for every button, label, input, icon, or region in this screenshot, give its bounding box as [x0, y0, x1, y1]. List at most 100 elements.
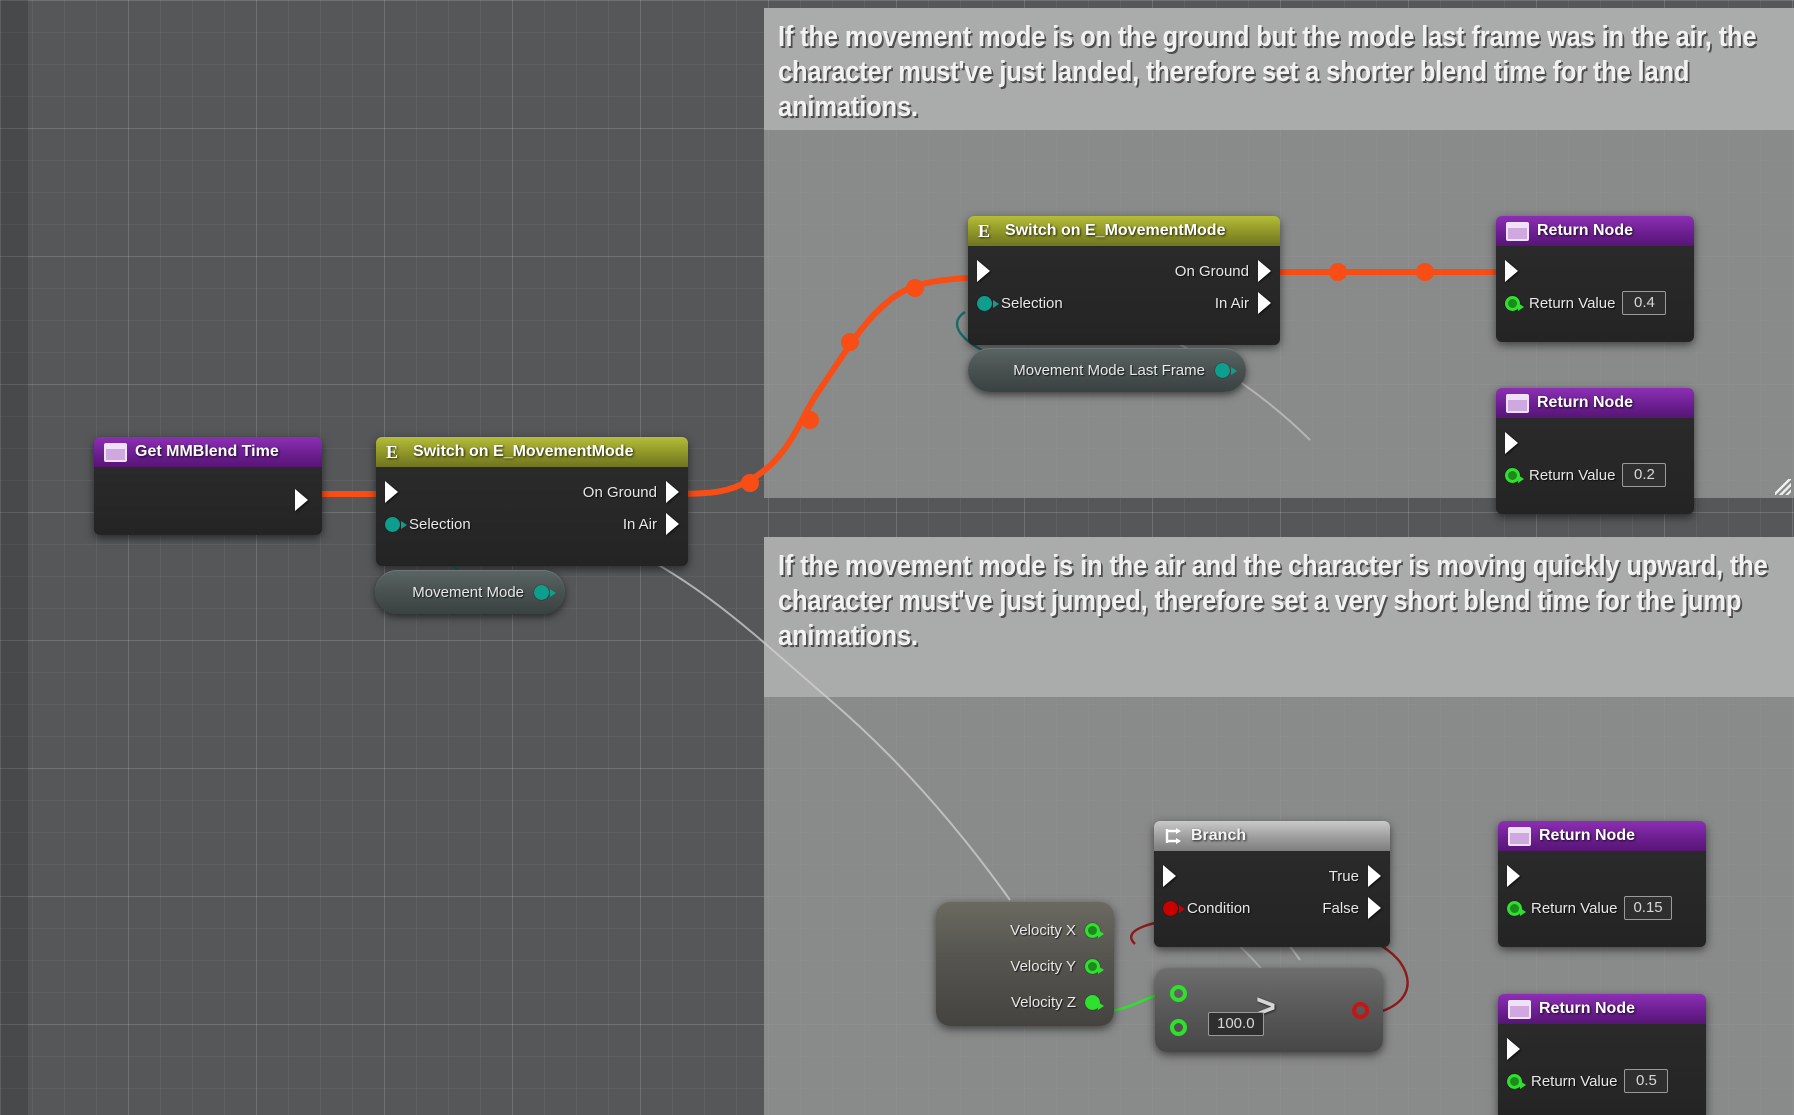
velocity-y-output-pin[interactable]	[1085, 958, 1104, 974]
return-value-field[interactable]: 0.15	[1624, 896, 1672, 920]
exec-in-group	[977, 260, 990, 282]
pin-label-return-value: Return Value	[1531, 1072, 1618, 1090]
blueprint-graph-canvas[interactable]: If the movement mode is on the ground bu…	[0, 0, 1794, 1115]
switch-enum-icon: E	[386, 442, 399, 462]
node-header[interactable]: Return Node	[1496, 216, 1694, 246]
out-false-group: False	[1322, 897, 1381, 919]
return-value-input-pin[interactable]	[1507, 1073, 1526, 1089]
compare-input-a-pin[interactable]	[1170, 985, 1187, 1002]
return-value-input-pin[interactable]	[1505, 467, 1524, 483]
return-value-field[interactable]: 0.2	[1622, 463, 1667, 487]
exec-output-pin-in-air[interactable]	[1258, 292, 1271, 314]
node-switch-movementmode-main[interactable]: E Switch on E_MovementMode On Ground Sel…	[376, 437, 688, 566]
compare-input-b-pin[interactable]	[1170, 1019, 1187, 1036]
node-header[interactable]: Branch	[1154, 821, 1390, 851]
exec-input-pin[interactable]	[1505, 432, 1518, 454]
node-body: On Ground Selection In Air	[376, 467, 688, 566]
var-label-movement-mode-last-frame: Movement Mode Last Frame	[1013, 361, 1205, 379]
velocity-z-output-pin[interactable]	[1085, 994, 1104, 1010]
movement-mode-last-frame-output-pin[interactable]	[1215, 362, 1237, 378]
pin-label-velocity-z: Velocity Z	[1010, 993, 1076, 1011]
node-title-get-mmblend-time: Get MMBlend Time	[135, 443, 279, 460]
return-value-input-pin[interactable]	[1505, 295, 1524, 311]
exec-input-pin[interactable]	[977, 260, 990, 282]
out-onground-group: On Ground	[1175, 260, 1271, 282]
selection-input-pin[interactable]	[385, 516, 407, 532]
node-compare-greater-than[interactable]: > 100.0	[1155, 968, 1383, 1052]
node-return-015[interactable]: Return Node Return Value 0.15	[1498, 821, 1706, 947]
node-header[interactable]: Return Node	[1496, 388, 1694, 418]
node-title-return-05: Return Node	[1539, 1000, 1635, 1017]
pin-row-exec-in	[1498, 1033, 1706, 1065]
switch-enum-icon: E	[978, 221, 991, 241]
var-label-movement-mode: Movement Mode	[412, 583, 524, 601]
node-switch-movementmode-lastframe[interactable]: E Switch on E_MovementMode On Ground Sel…	[968, 216, 1280, 345]
node-body	[94, 467, 322, 535]
node-title-return-015: Return Node	[1539, 827, 1635, 844]
comment-resize-grip[interactable]	[1775, 479, 1791, 495]
node-header[interactable]: Get MMBlend Time	[94, 437, 322, 467]
pin-label-on-ground: On Ground	[582, 483, 657, 501]
return-value-field[interactable]: 0.5	[1624, 1069, 1669, 1093]
pin-label-velocity-x: Velocity X	[1010, 921, 1076, 939]
node-branch[interactable]: Branch True Condition False	[1154, 821, 1390, 947]
node-return-02[interactable]: Return Node Return Value 0.2	[1496, 388, 1694, 514]
exec-input-pin[interactable]	[1507, 865, 1520, 887]
pin-label-selection: Selection	[409, 515, 471, 533]
exec-output-pin-true[interactable]	[1368, 865, 1381, 887]
comment-header-landed[interactable]: If the movement mode is on the ground bu…	[764, 8, 1794, 130]
node-var-movement-mode-last-frame[interactable]: Movement Mode Last Frame	[968, 348, 1246, 392]
pin-row-exec-onground: On Ground	[376, 476, 688, 508]
exec-output-pin[interactable]	[295, 489, 308, 511]
pin-row-selection-inair: Selection In Air	[968, 287, 1280, 319]
node-return-05[interactable]: Return Node Return Value 0.5	[1498, 994, 1706, 1115]
node-title-return-02: Return Node	[1537, 394, 1633, 411]
compare-output-pin[interactable]	[1352, 1002, 1369, 1019]
exec-output-pin-in-air[interactable]	[666, 513, 679, 535]
node-title-branch: Branch	[1191, 827, 1247, 844]
pin-label-return-value: Return Value	[1531, 899, 1618, 917]
function-icon	[1506, 393, 1529, 413]
selection-group: Selection	[385, 516, 471, 533]
exec-input-pin[interactable]	[1163, 865, 1176, 887]
pin-label-false: False	[1322, 899, 1359, 917]
node-header[interactable]: E Switch on E_MovementMode	[376, 437, 688, 467]
node-return-04[interactable]: Return Node Return Value 0.4	[1496, 216, 1694, 342]
function-icon	[1508, 999, 1531, 1019]
node-header[interactable]: Return Node	[1498, 994, 1706, 1024]
node-header[interactable]: E Switch on E_MovementMode	[968, 216, 1280, 246]
condition-input-pin[interactable]	[1163, 900, 1185, 916]
node-body: Return Value 0.4	[1496, 246, 1694, 342]
return-value-input-pin[interactable]	[1507, 900, 1526, 916]
pin-row-exec-in	[1498, 860, 1706, 892]
selection-group: Selection	[977, 295, 1063, 312]
exec-output-pin-on-ground[interactable]	[666, 481, 679, 503]
compare-value-field[interactable]: 100.0	[1208, 1012, 1264, 1036]
movement-mode-output-pin[interactable]	[534, 584, 556, 600]
comment-header-jumped[interactable]: If the movement mode is in the air and t…	[764, 537, 1794, 697]
node-var-movement-mode[interactable]: Movement Mode	[375, 570, 565, 614]
node-header[interactable]: Return Node	[1498, 821, 1706, 851]
node-body: True Condition False	[1154, 851, 1390, 947]
pin-row-velocity-x: Velocity X	[950, 912, 1104, 948]
function-icon	[104, 442, 127, 462]
pin-label-true: True	[1328, 867, 1359, 885]
pin-row-exec-in	[1496, 427, 1694, 459]
pin-row-selection-inair: Selection In Air	[376, 508, 688, 540]
exec-input-pin[interactable]	[1507, 1038, 1520, 1060]
exec-output-pin-false[interactable]	[1368, 897, 1381, 919]
pin-label-in-air: In Air	[1214, 294, 1249, 312]
node-title-switch-lastframe: Switch on E_MovementMode	[1005, 222, 1226, 239]
exec-output-pin-on-ground[interactable]	[1258, 260, 1271, 282]
exec-input-pin[interactable]	[1505, 260, 1518, 282]
return-value-field[interactable]: 0.4	[1622, 291, 1667, 315]
velocity-x-output-pin[interactable]	[1085, 922, 1104, 938]
pin-row-velocity-z: Velocity Z	[950, 984, 1104, 1020]
pin-row-exec-in	[1496, 255, 1694, 287]
out-inair-group: In Air	[1215, 292, 1271, 314]
exec-input-pin[interactable]	[385, 481, 398, 503]
selection-input-pin[interactable]	[977, 295, 999, 311]
node-get-mmblend-time[interactable]: Get MMBlend Time	[94, 437, 322, 535]
node-velocity[interactable]: Velocity X Velocity Y Velocity Z	[936, 902, 1114, 1026]
pin-label-velocity-y: Velocity Y	[1010, 957, 1076, 975]
